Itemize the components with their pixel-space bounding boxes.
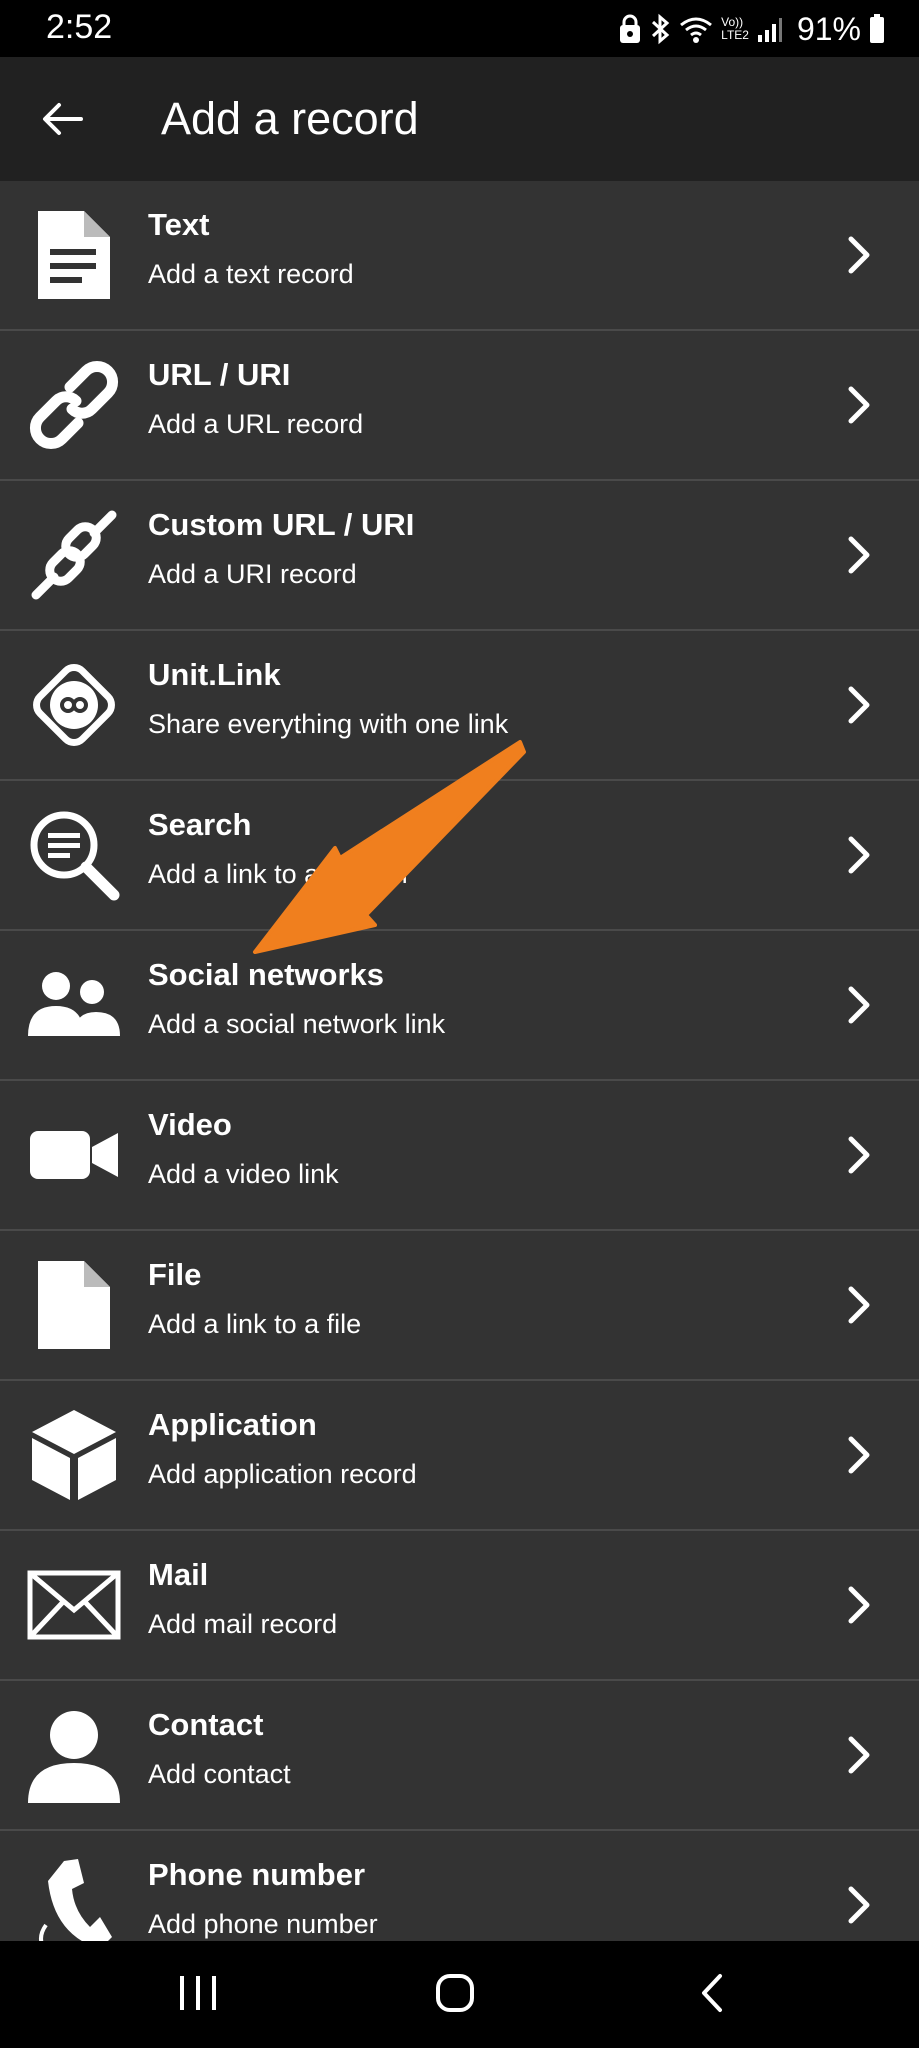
item-subtitle: Add a URI record — [148, 559, 357, 589]
list-item-custom-url[interactable]: Custom URL / URI Add a URI record — [0, 481, 919, 631]
recents-icon — [178, 1974, 218, 2017]
item-subtitle: Add contact — [148, 1759, 291, 1789]
chevron-right-icon — [848, 686, 870, 724]
system-back-button[interactable] — [672, 1961, 752, 2029]
envelope-icon — [24, 1555, 124, 1655]
people-icon — [24, 955, 124, 1055]
cube-icon — [24, 1405, 124, 1505]
list-item-application[interactable]: Application Add application record — [0, 1381, 919, 1531]
list-item-url[interactable]: URL / URI Add a URL record — [0, 331, 919, 481]
item-title: File — [148, 1257, 202, 1292]
item-subtitle: Add a link to a search — [148, 859, 408, 889]
chevron-right-icon — [848, 1136, 870, 1174]
battery-icon — [869, 14, 885, 44]
list-item-unit-link[interactable]: Unit.Link Share everything with one link — [0, 631, 919, 781]
list-item-social-networks[interactable]: Social networks Add a social network lin… — [0, 931, 919, 1081]
chevron-right-icon — [848, 386, 870, 424]
item-title: Application — [148, 1407, 317, 1442]
item-title: Text — [148, 207, 210, 242]
person-icon — [24, 1705, 124, 1805]
home-icon — [435, 1973, 475, 2018]
infinity-icon — [24, 655, 124, 755]
item-title: Phone number — [148, 1857, 366, 1892]
item-subtitle: Share everything with one link — [148, 709, 509, 739]
chevron-right-icon — [848, 536, 870, 574]
wifi-icon — [679, 15, 713, 43]
search-icon — [24, 805, 124, 905]
phone-icon — [24, 1855, 124, 1941]
item-subtitle: Add phone number — [148, 1909, 378, 1939]
item-title: Video — [148, 1107, 232, 1142]
signal-icon — [757, 15, 783, 43]
custom-link-icon — [24, 505, 124, 605]
item-subtitle: Add a text record — [148, 259, 354, 289]
item-subtitle: Add application record — [148, 1459, 417, 1489]
list-item-text[interactable]: Text Add a text record — [0, 181, 919, 331]
status-icons: Vo)) LTE2 91% — [619, 8, 885, 50]
chevron-right-icon — [848, 1586, 870, 1624]
list-item-mail[interactable]: Mail Add mail record — [0, 1531, 919, 1681]
video-camera-icon — [24, 1105, 124, 1205]
bluetooth-icon — [649, 13, 671, 45]
status-time: 2:52 — [46, 8, 113, 46]
item-title: Search — [148, 807, 252, 842]
chevron-right-icon — [848, 1736, 870, 1774]
item-title: Social networks — [148, 957, 385, 992]
network-type-label: Vo)) LTE2 — [721, 15, 749, 42]
item-title: Contact — [148, 1707, 264, 1742]
list-item-file[interactable]: File Add a link to a file — [0, 1231, 919, 1381]
item-subtitle: Add a video link — [148, 1159, 339, 1189]
list-item-contact[interactable]: Contact Add contact — [0, 1681, 919, 1831]
item-title: Mail — [148, 1557, 209, 1592]
item-subtitle: Add a social network link — [148, 1009, 446, 1039]
item-subtitle: Add a URL record — [148, 409, 364, 439]
item-title: Unit.Link — [148, 657, 281, 692]
list-item-video[interactable]: Video Add a video link — [0, 1081, 919, 1231]
chevron-right-icon — [848, 1436, 870, 1474]
battery-percent: 91% — [796, 10, 861, 47]
back-button[interactable] — [30, 89, 94, 153]
back-chevron-icon — [698, 1973, 726, 2018]
item-subtitle: Add a link to a file — [148, 1309, 362, 1339]
document-icon — [24, 205, 124, 305]
page-title: Add a record — [161, 93, 419, 144]
chevron-right-icon — [848, 986, 870, 1024]
record-type-list: Text Add a text record URL / URI Add a U… — [0, 181, 919, 1941]
file-icon — [24, 1255, 124, 1355]
navigation-bar — [0, 1941, 919, 2048]
lock-icon — [619, 14, 641, 44]
chevron-right-icon — [848, 1886, 870, 1924]
item-title: URL / URI — [148, 357, 291, 392]
app-bar: Add a record — [0, 57, 919, 181]
list-item-search[interactable]: Search Add a link to a search — [0, 781, 919, 931]
chevron-right-icon — [848, 836, 870, 874]
item-subtitle: Add mail record — [148, 1609, 338, 1639]
recents-button[interactable] — [158, 1961, 238, 2029]
chevron-right-icon — [848, 236, 870, 274]
list-item-phone-number[interactable]: Phone number Add phone number — [0, 1831, 919, 1941]
status-bar: 2:52 Vo)) LTE2 91% — [0, 0, 919, 57]
chevron-right-icon — [848, 1286, 870, 1324]
link-icon — [24, 355, 124, 455]
item-title: Custom URL / URI — [148, 507, 415, 542]
arrow-left-icon — [41, 101, 83, 142]
home-button[interactable] — [415, 1961, 495, 2029]
